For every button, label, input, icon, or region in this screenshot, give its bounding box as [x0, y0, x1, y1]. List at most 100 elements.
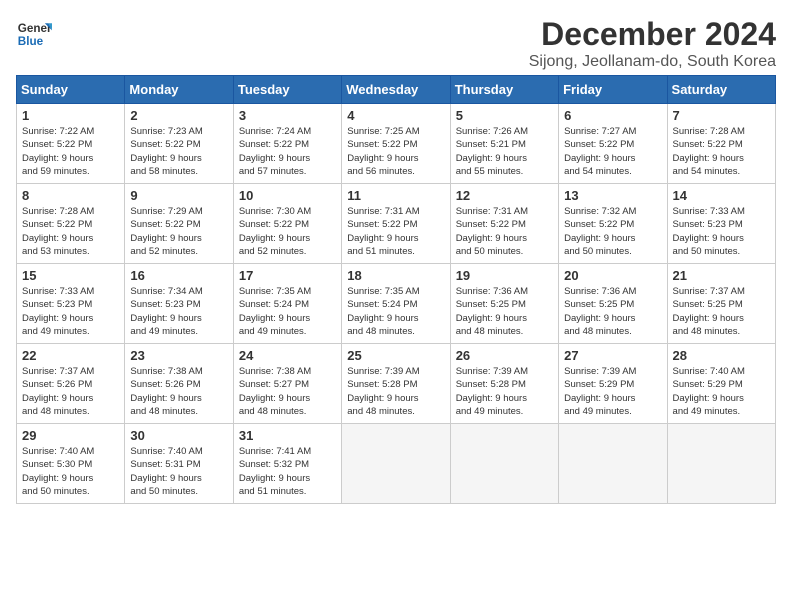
day-number: 10 [239, 188, 336, 203]
calendar-week-row: 1 Sunrise: 7:22 AM Sunset: 5:22 PM Daylig… [17, 104, 776, 184]
day-info: Sunrise: 7:31 AM Sunset: 5:22 PM Dayligh… [456, 205, 553, 258]
day-number: 31 [239, 428, 336, 443]
day-of-week-header: Saturday [667, 76, 775, 104]
calendar-day-cell: 11Sunrise: 7:31 AM Sunset: 5:22 PM Dayli… [342, 184, 450, 264]
calendar-day-cell: 28 Sunrise: 7:40 AM Sunset: 5:29 PM Dayli… [667, 344, 775, 424]
day-info: Sunrise: 7:40 AM Sunset: 5:29 PM Dayligh… [673, 365, 770, 418]
calendar-day-cell: 29 Sunrise: 7:40 AM Sunset: 5:30 PM Dayli… [17, 424, 125, 504]
day-info: Sunrise: 7:36 AM Sunset: 5:25 PM Dayligh… [564, 285, 661, 338]
calendar-day-cell: 17 Sunrise: 7:35 AM Sunset: 5:24 PM Dayli… [233, 264, 341, 344]
day-info: Sunrise: 7:37 AM Sunset: 5:25 PM Dayligh… [673, 285, 770, 338]
calendar-week-row: 22 Sunrise: 7:37 AM Sunset: 5:26 PM Dayli… [17, 344, 776, 424]
day-number: 1 [22, 108, 119, 123]
calendar-day-cell: 31 Sunrise: 7:41 AM Sunset: 5:32 PM Dayli… [233, 424, 341, 504]
calendar-table: SundayMondayTuesdayWednesdayThursdayFrid… [16, 75, 776, 504]
day-number: 7 [673, 108, 770, 123]
day-number: 27 [564, 348, 661, 363]
calendar-day-cell: 9Sunrise: 7:29 AM Sunset: 5:22 PM Daylig… [125, 184, 233, 264]
day-info: Sunrise: 7:39 AM Sunset: 5:28 PM Dayligh… [456, 365, 553, 418]
title-block: December 2024 Sijong, Jeollanam-do, Sout… [529, 16, 776, 71]
day-info: Sunrise: 7:41 AM Sunset: 5:32 PM Dayligh… [239, 445, 336, 498]
day-number: 12 [456, 188, 553, 203]
day-info: Sunrise: 7:39 AM Sunset: 5:28 PM Dayligh… [347, 365, 444, 418]
day-info: Sunrise: 7:40 AM Sunset: 5:31 PM Dayligh… [130, 445, 227, 498]
day-number: 22 [22, 348, 119, 363]
calendar-subtitle: Sijong, Jeollanam-do, South Korea [529, 53, 776, 71]
day-info: Sunrise: 7:35 AM Sunset: 5:24 PM Dayligh… [347, 285, 444, 338]
calendar-day-cell: 30 Sunrise: 7:40 AM Sunset: 5:31 PM Dayli… [125, 424, 233, 504]
day-info: Sunrise: 7:28 AM Sunset: 5:22 PM Dayligh… [22, 205, 119, 258]
calendar-title: December 2024 [529, 16, 776, 53]
calendar-day-cell: 25 Sunrise: 7:39 AM Sunset: 5:28 PM Dayli… [342, 344, 450, 424]
day-info: Sunrise: 7:29 AM Sunset: 5:22 PM Dayligh… [130, 205, 227, 258]
calendar-week-row: 29 Sunrise: 7:40 AM Sunset: 5:30 PM Dayli… [17, 424, 776, 504]
day-of-week-header: Thursday [450, 76, 558, 104]
calendar-week-row: 8 Sunrise: 7:28 AM Sunset: 5:22 PM Daylig… [17, 184, 776, 264]
day-info: Sunrise: 7:25 AM Sunset: 5:22 PM Dayligh… [347, 125, 444, 178]
calendar-day-cell: 7 Sunrise: 7:28 AM Sunset: 5:22 PM Daylig… [667, 104, 775, 184]
day-number: 29 [22, 428, 119, 443]
day-info: Sunrise: 7:34 AM Sunset: 5:23 PM Dayligh… [130, 285, 227, 338]
page-header: General Blue December 2024 Sijong, Jeoll… [16, 16, 776, 71]
day-of-week-header: Tuesday [233, 76, 341, 104]
day-of-week-header: Wednesday [342, 76, 450, 104]
day-info: Sunrise: 7:33 AM Sunset: 5:23 PM Dayligh… [22, 285, 119, 338]
day-info: Sunrise: 7:40 AM Sunset: 5:30 PM Dayligh… [22, 445, 119, 498]
calendar-day-cell: 23 Sunrise: 7:38 AM Sunset: 5:26 PM Dayli… [125, 344, 233, 424]
calendar-day-cell: 19 Sunrise: 7:36 AM Sunset: 5:25 PM Dayli… [450, 264, 558, 344]
day-number: 24 [239, 348, 336, 363]
calendar-day-cell: 24 Sunrise: 7:38 AM Sunset: 5:27 PM Dayli… [233, 344, 341, 424]
day-info: Sunrise: 7:39 AM Sunset: 5:29 PM Dayligh… [564, 365, 661, 418]
calendar-day-cell: 26 Sunrise: 7:39 AM Sunset: 5:28 PM Dayli… [450, 344, 558, 424]
calendar-day-cell: 1 Sunrise: 7:22 AM Sunset: 5:22 PM Daylig… [17, 104, 125, 184]
day-number: 16 [130, 268, 227, 283]
calendar-day-cell: 4 Sunrise: 7:25 AM Sunset: 5:22 PM Daylig… [342, 104, 450, 184]
day-of-week-header: Friday [559, 76, 667, 104]
calendar-day-cell: 21 Sunrise: 7:37 AM Sunset: 5:25 PM Dayli… [667, 264, 775, 344]
logo: General Blue [16, 16, 52, 52]
calendar-body: 1 Sunrise: 7:22 AM Sunset: 5:22 PM Daylig… [17, 104, 776, 504]
day-number: 15 [22, 268, 119, 283]
day-info: Sunrise: 7:24 AM Sunset: 5:22 PM Dayligh… [239, 125, 336, 178]
day-info: Sunrise: 7:38 AM Sunset: 5:26 PM Dayligh… [130, 365, 227, 418]
day-info: Sunrise: 7:33 AM Sunset: 5:23 PM Dayligh… [673, 205, 770, 258]
day-number: 8 [22, 188, 119, 203]
day-number: 4 [347, 108, 444, 123]
day-info: Sunrise: 7:36 AM Sunset: 5:25 PM Dayligh… [456, 285, 553, 338]
calendar-day-cell: 5Sunrise: 7:26 AM Sunset: 5:21 PM Daylig… [450, 104, 558, 184]
day-info: Sunrise: 7:32 AM Sunset: 5:22 PM Dayligh… [564, 205, 661, 258]
day-info: Sunrise: 7:37 AM Sunset: 5:26 PM Dayligh… [22, 365, 119, 418]
day-info: Sunrise: 7:22 AM Sunset: 5:22 PM Dayligh… [22, 125, 119, 178]
day-number: 17 [239, 268, 336, 283]
calendar-day-cell: 2 Sunrise: 7:23 AM Sunset: 5:22 PM Daylig… [125, 104, 233, 184]
calendar-day-cell: 27 Sunrise: 7:39 AM Sunset: 5:29 PM Dayli… [559, 344, 667, 424]
day-number: 19 [456, 268, 553, 283]
day-number: 18 [347, 268, 444, 283]
calendar-header-row: SundayMondayTuesdayWednesdayThursdayFrid… [17, 76, 776, 104]
day-number: 21 [673, 268, 770, 283]
day-info: Sunrise: 7:26 AM Sunset: 5:21 PM Dayligh… [456, 125, 553, 178]
day-of-week-header: Monday [125, 76, 233, 104]
day-info: Sunrise: 7:28 AM Sunset: 5:22 PM Dayligh… [673, 125, 770, 178]
calendar-week-row: 15 Sunrise: 7:33 AM Sunset: 5:23 PM Dayli… [17, 264, 776, 344]
calendar-day-cell [559, 424, 667, 504]
day-number: 2 [130, 108, 227, 123]
calendar-day-cell: 14 Sunrise: 7:33 AM Sunset: 5:23 PM Dayli… [667, 184, 775, 264]
calendar-day-cell: 20Sunrise: 7:36 AM Sunset: 5:25 PM Dayli… [559, 264, 667, 344]
day-info: Sunrise: 7:38 AM Sunset: 5:27 PM Dayligh… [239, 365, 336, 418]
day-number: 28 [673, 348, 770, 363]
day-info: Sunrise: 7:30 AM Sunset: 5:22 PM Dayligh… [239, 205, 336, 258]
day-number: 23 [130, 348, 227, 363]
calendar-day-cell: 10 Sunrise: 7:30 AM Sunset: 5:22 PM Dayli… [233, 184, 341, 264]
day-of-week-header: Sunday [17, 76, 125, 104]
day-number: 30 [130, 428, 227, 443]
svg-text:Blue: Blue [18, 35, 44, 48]
calendar-day-cell: 8 Sunrise: 7:28 AM Sunset: 5:22 PM Daylig… [17, 184, 125, 264]
day-number: 14 [673, 188, 770, 203]
calendar-day-cell: 15 Sunrise: 7:33 AM Sunset: 5:23 PM Dayli… [17, 264, 125, 344]
day-info: Sunrise: 7:35 AM Sunset: 5:24 PM Dayligh… [239, 285, 336, 338]
day-number: 25 [347, 348, 444, 363]
day-number: 26 [456, 348, 553, 363]
day-info: Sunrise: 7:31 AM Sunset: 5:22 PM Dayligh… [347, 205, 444, 258]
day-info: Sunrise: 7:23 AM Sunset: 5:22 PM Dayligh… [130, 125, 227, 178]
